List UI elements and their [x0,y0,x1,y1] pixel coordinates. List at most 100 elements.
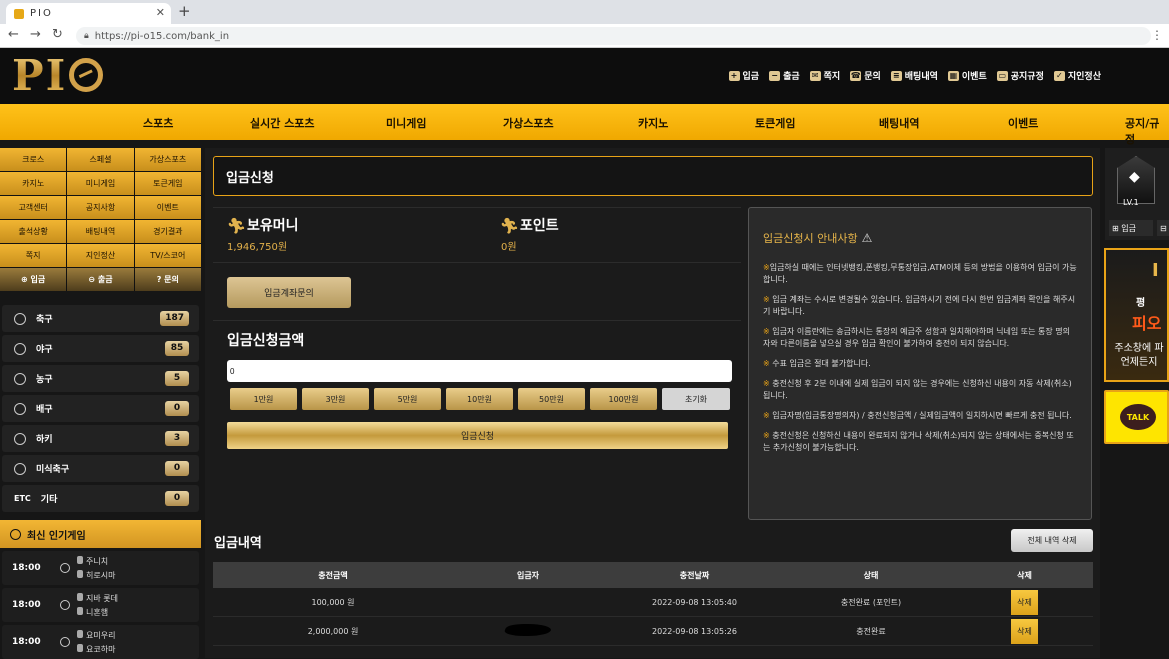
reset-button[interactable]: 초기화 [662,388,730,410]
notice-item: ※ 충전신청 후 2분 이내에 실제 입금이 되지 않는 경우에는 신청하신 내… [763,379,1072,400]
clock-icon [10,528,21,540]
site-logo[interactable]: PI [12,51,104,100]
sidebar-item-message[interactable]: 쪽지 [0,244,67,267]
sidebar-item-event[interactable]: 이벤트 [134,196,201,219]
col-depositor: 입금자 [516,570,540,580]
sidebar-item-referral[interactable]: 지인정산 [67,244,134,267]
popular-games-header: 최신 인기게임 [0,520,201,548]
notice-title: 입금신청시 안내사항 ⚠ [763,231,873,245]
delete-row-button[interactable]: 삭제 [1011,589,1038,615]
point-label: 🏃︎ 포인트 [500,217,559,235]
menu-icon[interactable]: ⋮ [1151,28,1163,42]
team-logo-icon [77,570,83,578]
warning-icon: ⚠ [861,231,873,245]
close-tab-icon[interactable]: ✕ [156,6,165,19]
header-link-inquiry[interactable]: ☎ 문의 [850,69,881,82]
sport-item-volleyball[interactable]: 배구 0 [2,395,199,422]
nav-event[interactable]: 이벤트 [1008,115,1038,131]
url-field[interactable]: 🔒︎ https://pi-o15.com/bank_in [76,27,1151,45]
new-tab-icon[interactable]: + [178,2,191,20]
sidebar-item-cross[interactable]: 크로스 [0,148,67,171]
sport-item-american-football[interactable]: 미식축구 0 [2,455,199,482]
amount-button-1m[interactable]: 100만원 [590,388,657,410]
sport-item-baseball[interactable]: 야구 85 [2,335,199,362]
user-deposit-button[interactable]: ⊞ 입금 [1109,220,1153,236]
nav-notice-rules[interactable]: 공지/규정 [1125,115,1169,147]
header-link-message[interactable]: ✉ 쪽지 [809,69,840,82]
header-link-bet-history[interactable]: ≡ 배팅내역 [890,69,938,82]
team-logo-icon [77,593,83,601]
address-bar: ← → ↻ 🔒︎ https://pi-o15.com/bank_in ⋮ [0,24,1169,48]
team-home: 요미우리 [86,631,116,640]
football-icon [14,462,26,475]
delete-row-button[interactable]: 삭제 [1011,618,1038,644]
notice-item: ※ 입금 계좌는 수시로 변경될수 있습니다. 입금하시기 전에 다시 한번 입… [763,295,1076,316]
sidebar-deposit-button[interactable]: ⊕ 입금 [0,268,67,291]
col-status: 상태 [863,570,879,580]
nav-casino[interactable]: 카지노 [638,115,668,131]
sidebar-item-bet-history[interactable]: 배팅내역 [67,220,134,243]
sport-item-hockey[interactable]: 하키 3 [2,425,199,452]
header-link-notice[interactable]: ▭ 공지규정 [996,69,1044,82]
sidebar-item-token-game[interactable]: 토큰게임 [134,172,201,195]
header-link-event[interactable]: ▦ 이벤트 [947,69,987,82]
game-item[interactable]: 18:00 요미우리 요코하마 [2,625,199,659]
deposit-submit-button[interactable]: 입금신청 [227,422,728,449]
back-icon[interactable]: ← [8,27,19,42]
lock-icon: 🔒︎ [84,31,89,41]
amount-button-100k[interactable]: 10만원 [446,388,513,410]
team-logo-icon [77,630,83,638]
sidebar-item-attendance[interactable]: 출석상황 [0,220,67,243]
nav-virtual-sports[interactable]: 가상스포츠 [503,115,554,131]
team-home: 지바 롯데 [86,594,118,603]
nav-sports[interactable]: 스포츠 [143,115,173,131]
amount-input[interactable] [227,360,732,382]
sidebar-item-special[interactable]: 스페셜 [67,148,134,171]
game-time: 18:00 [12,637,41,647]
sport-item-basketball[interactable]: 농구 5 [2,365,199,392]
sidebar-inquiry-button[interactable]: ? 문의 [134,268,201,291]
nav-minigame[interactable]: 미니게임 [386,115,426,131]
sport-item-etc[interactable]: ETC 기타 0 [2,485,199,512]
header-link-deposit[interactable]: + 입금 [728,69,759,82]
game-item[interactable]: 18:00 지바 롯데 니혼햄 [2,588,199,622]
question-icon: ? [156,275,162,284]
sidebar-item-customer-center[interactable]: 고객센터 [0,196,67,219]
amount-button-50k[interactable]: 5만원 [374,388,441,410]
support-icon: ☎ [850,70,862,81]
account-inquiry-button[interactable]: 입금계좌문의 [227,277,351,308]
promo-banner[interactable]: I 평 피오 주소창에 파 언제든지 [1104,248,1169,382]
basketball-icon [14,372,26,385]
kakao-talk-button[interactable]: TALK [1104,390,1169,444]
divider [213,207,741,208]
sidebar-item-minigame[interactable]: 미니게임 [67,172,134,195]
sport-item-soccer[interactable]: 축구 187 [2,305,199,332]
game-item[interactable]: 18:00 주니치 히로시마 [2,551,199,585]
sidebar-withdraw-button[interactable]: ⊖ 출금 [67,268,134,291]
amount-buttons: 1만원 3만원 5만원 10만원 50만원 100만원 초기화 [230,388,730,410]
plus-icon: + [728,70,740,81]
delete-all-button[interactable]: 전체 내역 삭제 [1011,529,1093,552]
header-link-referral[interactable]: ✓ 지인정산 [1053,69,1101,82]
sidebar-item-notices[interactable]: 공지사항 [67,196,134,219]
sidebar-item-casino[interactable]: 카지노 [0,172,67,195]
header-link-withdraw[interactable]: − 출금 [769,69,800,82]
amount-button-30k[interactable]: 3만원 [302,388,369,410]
browser-tab[interactable]: PIO ✕ [6,3,171,24]
amount-button-10k[interactable]: 1만원 [230,388,297,410]
team-away: 요코하마 [86,645,116,654]
sport-count: 85 [165,341,189,356]
sport-count: 0 [165,401,189,416]
envelope-icon: ✉ [809,70,821,81]
sidebar-item-tv-score[interactable]: TV/스코어 [134,244,201,267]
forward-icon[interactable]: → [30,27,41,42]
user-withdraw-button[interactable]: ⊟ [1157,220,1169,236]
amount-button-500k[interactable]: 50만원 [518,388,585,410]
sidebar-item-results[interactable]: 경기결과 [134,220,201,243]
nav-live-sports[interactable]: 실시간 스포츠 [250,115,315,131]
sidebar-item-virtual-sports[interactable]: 가상스포츠 [134,148,201,171]
nav-token-game[interactable]: 토큰게임 [755,115,795,131]
reload-icon[interactable]: ↻ [52,27,63,42]
nav-bet-history[interactable]: 배팅내역 [879,115,919,131]
plus-icon: ⊞ [1112,223,1119,233]
